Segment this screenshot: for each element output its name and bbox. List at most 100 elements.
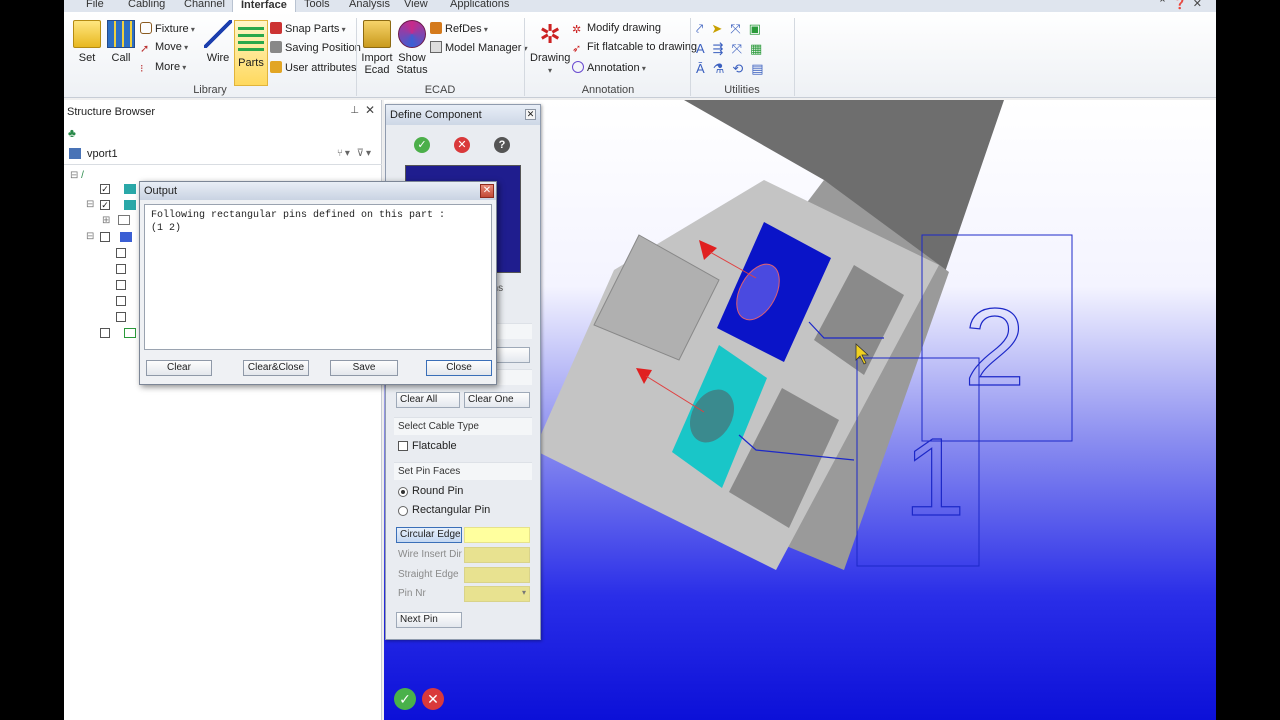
part-node-icon[interactable] xyxy=(124,184,136,194)
clear-all-button[interactable]: Clear All xyxy=(396,392,460,408)
cancel-icon[interactable]: ✕ xyxy=(454,137,470,153)
clear-button[interactable]: Clear xyxy=(146,360,212,376)
circular-edge-field[interactable] xyxy=(464,527,530,543)
sync-tool-icon[interactable]: ⟲ xyxy=(732,61,751,76)
tree-checkbox[interactable] xyxy=(116,264,126,274)
tab-applications[interactable]: Applications xyxy=(442,0,517,12)
tree-checkbox[interactable] xyxy=(116,248,126,258)
route-tool-icon[interactable]: ⤧ xyxy=(732,41,750,56)
tree-checkbox[interactable] xyxy=(116,312,126,322)
show-status-label-1: Show xyxy=(398,52,426,64)
table-tool-icon[interactable]: ▤ xyxy=(751,61,771,76)
tree-checkbox[interactable]: ✓ xyxy=(100,184,110,194)
tab-view[interactable]: View xyxy=(396,0,436,12)
pin-label-1: 1 xyxy=(904,416,965,539)
hierarchy-icon[interactable]: ♣ xyxy=(68,126,76,140)
user-attributes-label: User attributes xyxy=(285,62,357,74)
wire-button[interactable]: Wire xyxy=(204,20,232,64)
circular-edge-button[interactable]: Circular Edge xyxy=(396,527,462,543)
save-button[interactable]: Save xyxy=(330,360,398,376)
refdes-button[interactable]: RefDes xyxy=(430,22,488,35)
tab-tools[interactable]: Tools xyxy=(296,0,338,12)
tab-cabling[interactable]: Cabling xyxy=(120,0,173,12)
import-ecad-button[interactable]: Import Ecad xyxy=(360,20,394,76)
part-node-icon[interactable] xyxy=(124,200,136,210)
clear-close-button[interactable]: Clear&Close xyxy=(243,360,309,376)
set-button[interactable]: Set xyxy=(72,20,102,64)
tab-analysis[interactable]: Analysis xyxy=(341,0,398,12)
help-icon[interactable]: ❓ xyxy=(1173,0,1193,10)
rectangular-pin-radio[interactable] xyxy=(398,506,408,516)
snap-parts-icon xyxy=(270,22,282,34)
connector-node-icon[interactable] xyxy=(120,232,132,242)
accept-icon[interactable]: ✓ xyxy=(414,137,430,153)
close-icon[interactable]: ✕ xyxy=(1193,0,1208,10)
round-pin-radio[interactable] xyxy=(398,487,408,497)
wire-insert-dir-field[interactable] xyxy=(464,547,530,563)
pin-icon[interactable]: ⊥ xyxy=(350,105,359,116)
tree-expander[interactable]: ⊟ / xyxy=(70,170,84,181)
call-button[interactable]: Call xyxy=(106,20,136,64)
close-icon[interactable]: ✕ xyxy=(480,184,494,198)
saving-position-button[interactable]: Saving Position xyxy=(270,41,361,54)
drawing-button[interactable]: ✲ Drawing xyxy=(530,20,570,76)
utilities-row-2[interactable]: A⇶⤧▦ xyxy=(696,41,770,57)
model-manager-button[interactable]: Model Manager xyxy=(430,41,528,54)
tab-interface[interactable]: Interface xyxy=(232,0,296,12)
modify-drawing-button[interactable]: ✲ Modify drawing xyxy=(572,22,661,36)
tree-expander[interactable]: ⊟ xyxy=(86,199,94,210)
mirror-tool-icon[interactable]: ⚗ xyxy=(713,61,733,76)
user-attributes-button[interactable]: User attributes xyxy=(270,61,357,74)
close-button[interactable]: Close xyxy=(426,360,492,376)
tab-file[interactable]: File xyxy=(78,0,112,12)
wire-tool-icon[interactable]: ⤧ xyxy=(730,21,748,36)
output-textarea[interactable]: Following rectangular pins defined on th… xyxy=(144,204,492,350)
frame-tool-icon[interactable]: ▣ xyxy=(749,21,769,36)
tree-checkbox[interactable] xyxy=(116,296,126,306)
viewport-ok-button[interactable]: ✓ xyxy=(394,688,416,710)
filter-icon[interactable]: ⑂▾ ⊽▾ xyxy=(337,148,373,159)
tree-expander[interactable]: ⊞ xyxy=(102,215,110,226)
help-icon[interactable]: ? xyxy=(494,137,510,153)
panel-button[interactable] xyxy=(494,347,530,363)
next-pin-button[interactable]: Next Pin xyxy=(396,612,462,628)
more-icon: ⁝ xyxy=(140,63,144,75)
annotation-button[interactable]: Annotation xyxy=(572,61,646,74)
ribbon-tab-bar: File Cabling Channel Interface Tools Ana… xyxy=(64,0,1216,12)
viewport-cancel-button[interactable]: ✕ xyxy=(422,688,444,710)
utilities-row-1[interactable]: ⤤➤⤧▣ xyxy=(696,21,769,37)
grid-tool-icon[interactable]: ▦ xyxy=(750,41,770,56)
show-status-button[interactable]: Show Status xyxy=(396,20,428,76)
tree-checkbox[interactable]: ✓ xyxy=(100,200,110,210)
frame-node-icon[interactable] xyxy=(124,328,136,338)
more-button[interactable]: ⁝ More xyxy=(140,61,186,75)
align-tool-icon[interactable]: ⇶ xyxy=(713,41,732,56)
curve-tool-icon[interactable]: ⤤ xyxy=(696,21,711,36)
straight-edge-field[interactable] xyxy=(464,567,530,583)
snap-parts-button[interactable]: Snap Parts xyxy=(270,22,346,35)
define-component-title: Define Component xyxy=(386,105,540,125)
utilities-row-3[interactable]: Ā⚗⟲▤ xyxy=(696,61,772,77)
viewport-icon xyxy=(69,148,81,159)
fixture-button[interactable]: Fixture xyxy=(140,22,195,35)
caret-up-icon[interactable]: ⌃ xyxy=(1158,0,1173,10)
fit-flatcable-icon: ➶ xyxy=(572,43,582,55)
tree-checkbox[interactable] xyxy=(100,328,110,338)
tree-checkbox[interactable] xyxy=(116,280,126,290)
cursor-tool-icon[interactable]: ➤ xyxy=(711,21,730,36)
text-tool-icon[interactable]: Ā xyxy=(696,61,713,76)
tab-channel[interactable]: Channel xyxy=(176,0,233,12)
label-tool-icon[interactable]: A xyxy=(696,41,713,56)
close-icon[interactable]: ✕ xyxy=(525,109,536,120)
tree-checkbox[interactable] xyxy=(100,232,110,242)
pin-nr-select[interactable]: ▾ xyxy=(464,586,530,602)
tree-expander[interactable]: ⊟ xyxy=(86,231,94,242)
move-button[interactable]: ➚ Move xyxy=(140,41,188,55)
folder-node-icon[interactable] xyxy=(118,215,130,225)
flatcable-checkbox[interactable] xyxy=(398,441,408,451)
fit-flatcable-button[interactable]: ➶ Fit flatcable to drawing xyxy=(572,41,697,55)
clear-one-button[interactable]: Clear One xyxy=(464,392,530,408)
parts-button[interactable]: Parts xyxy=(234,20,268,86)
close-icon[interactable]: ✕ xyxy=(365,103,375,117)
vport-node[interactable]: vport1 xyxy=(69,148,118,160)
